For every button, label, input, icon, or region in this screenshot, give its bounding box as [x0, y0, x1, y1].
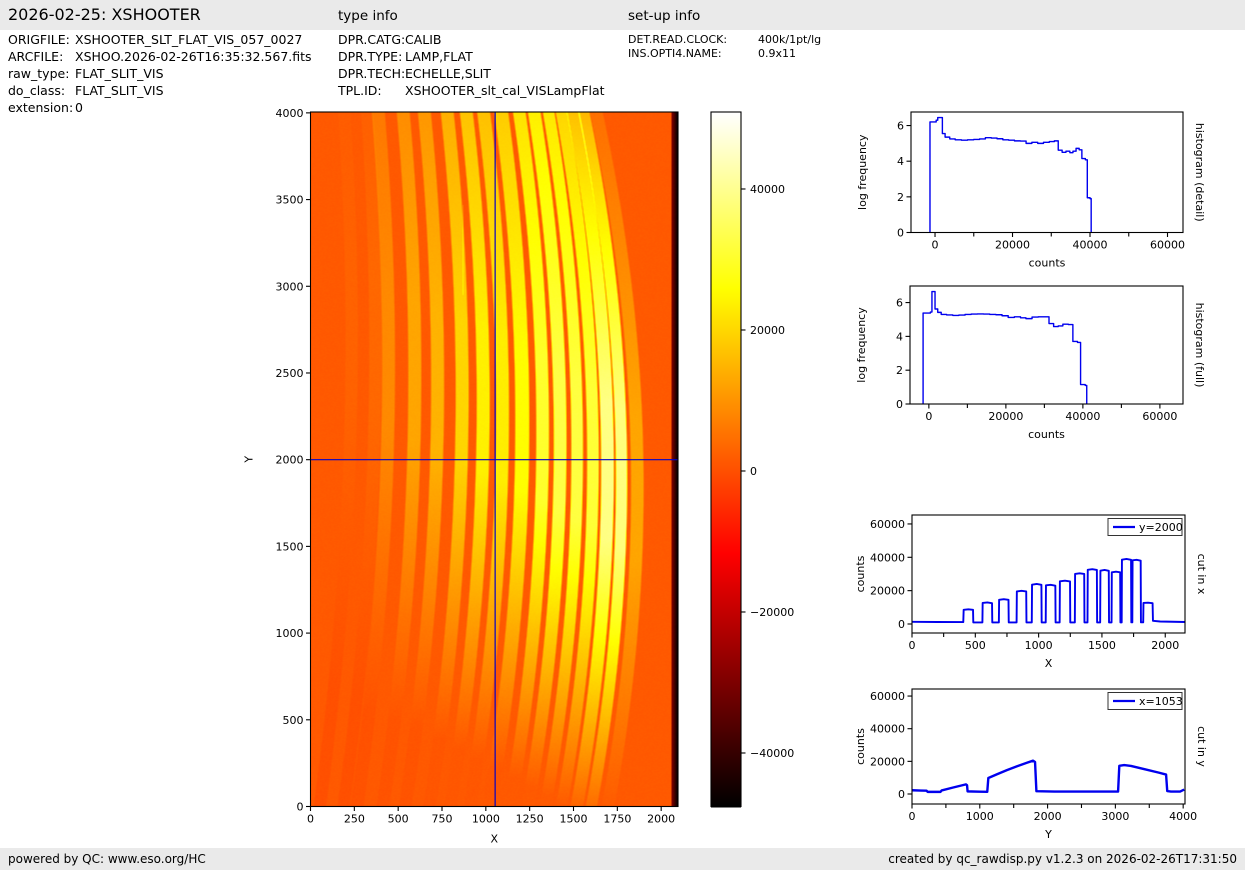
field-label: TPL.ID: [338, 82, 405, 99]
file-info-row: raw_type: FLAT_SLIT_VIS [8, 65, 312, 82]
field-label: DPR.TECH: [338, 65, 405, 82]
field-label: ARCFILE: [8, 48, 75, 65]
setup-info-row: INS.OPTI4.NAME: 0.9x11 [628, 47, 821, 61]
field-value: CALIB [405, 32, 442, 47]
figure-canvas [0, 0, 1245, 870]
file-info-row: ORIGFILE: XSHOOTER_SLT_FLAT_VIS_057_0027 [8, 31, 312, 48]
field-value: 0.9x11 [758, 47, 796, 60]
field-label: DPR.TYPE: [338, 48, 405, 65]
setup-info-row: DET.READ.CLOCK: 400k/1pt/lg [628, 33, 821, 47]
field-value: 0 [75, 100, 83, 115]
type-info-row: DPR.TYPE: LAMP,FLAT [338, 48, 605, 65]
setup-info-title: set-up info [628, 8, 700, 24]
field-label: extension: [8, 99, 75, 116]
type-info-block: DPR.CATG:CALIB DPR.TYPE: LAMP,FLAT DPR.TE… [338, 31, 605, 99]
field-value: FLAT_SLIT_VIS [75, 83, 164, 98]
field-label: raw_type: [8, 65, 75, 82]
type-info-title: type info [338, 8, 398, 24]
file-info-row: do_class: FLAT_SLIT_VIS [8, 82, 312, 99]
field-value: LAMP,FLAT [405, 49, 473, 64]
field-value: XSHOOTER_SLT_FLAT_VIS_057_0027 [75, 32, 302, 47]
footer-powered-by: powered by QC: www.eso.org/HC [8, 848, 206, 870]
file-info-row: ARCFILE: XSHOO.2026-02-26T16:35:32.567.fi… [8, 48, 312, 65]
setup-info-block: DET.READ.CLOCK: 400k/1pt/lg INS.OPTI4.NAM… [628, 33, 821, 61]
field-value: XSHOO.2026-02-26T16:35:32.567.fits [75, 49, 312, 64]
field-label: ORIGFILE: [8, 31, 75, 48]
type-info-row: DPR.TECH:ECHELLE,SLIT [338, 65, 605, 82]
field-value: 400k/1pt/lg [758, 33, 821, 46]
field-label: INS.OPTI4.NAME: [628, 47, 758, 61]
field-label: do_class: [8, 82, 75, 99]
file-info-block: ORIGFILE: XSHOOTER_SLT_FLAT_VIS_057_0027 … [8, 31, 312, 116]
field-value: FLAT_SLIT_VIS [75, 66, 164, 81]
field-value: XSHOOTER_slt_cal_VISLampFlat [405, 83, 605, 98]
type-info-row: TPL.ID: XSHOOTER_slt_cal_VISLampFlat [338, 82, 605, 99]
field-value: ECHELLE,SLIT [405, 66, 491, 81]
field-label: DET.READ.CLOCK: [628, 33, 758, 47]
type-info-row: DPR.CATG:CALIB [338, 31, 605, 48]
page-title: 2026-02-25: XSHOOTER [8, 5, 201, 24]
footer-created-by: created by qc_rawdisp.py v1.2.3 on 2026-… [888, 848, 1237, 870]
file-info-row: extension: 0 [8, 99, 312, 116]
qc-report-page: { "header": { "title": "2026-02-25: XSHO… [0, 0, 1245, 870]
field-label: DPR.CATG: [338, 31, 405, 48]
